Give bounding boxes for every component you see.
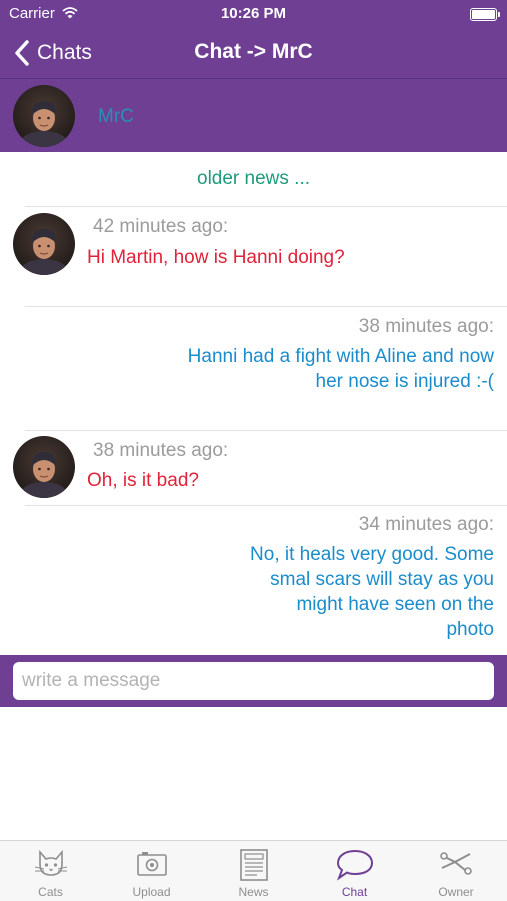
tab-cats[interactable]: Cats <box>0 841 101 901</box>
message-time: 38 minutes ago: <box>93 440 229 461</box>
battery-icon <box>470 8 500 21</box>
tab-label: Cats <box>38 885 63 899</box>
tab-upload[interactable]: Upload <box>101 841 202 901</box>
divider <box>25 306 507 307</box>
tab-bar: Cats Upload News Chat Owner <box>0 840 507 901</box>
tab-news[interactable]: News <box>203 841 304 901</box>
camera-icon <box>136 852 167 876</box>
contact-name[interactable]: MrC <box>98 106 134 128</box>
tab-label: Chat <box>341 885 368 899</box>
older-news-link[interactable]: older news ... <box>0 168 507 190</box>
message-time: 38 minutes ago: <box>358 316 494 337</box>
message-text-incoming: Oh, is it bad? <box>87 470 199 491</box>
tab-label: News <box>238 885 269 899</box>
page-title: Chat -> MrC <box>194 40 313 63</box>
status-time: 10:26 PM <box>220 5 287 22</box>
status-bar: Carrier 10:26 PM <box>0 0 507 28</box>
divider <box>25 206 507 207</box>
chat-bubble-icon <box>336 849 373 881</box>
message-time: 34 minutes ago: <box>358 514 494 535</box>
newspaper-icon <box>239 849 268 881</box>
tab-owner[interactable]: Owner <box>405 841 507 901</box>
message-time: 42 minutes ago: <box>93 216 229 237</box>
message-avatar <box>13 213 75 275</box>
tab-chat[interactable]: Chat <box>304 841 405 901</box>
message-avatar <box>13 436 75 498</box>
owner-icon <box>440 852 472 875</box>
contact-avatar[interactable] <box>13 85 75 147</box>
cat-icon <box>34 849 67 876</box>
message-input[interactable] <box>13 662 494 700</box>
tab-label: Owner <box>438 885 474 899</box>
nav-divider <box>0 78 507 79</box>
contact-header: MrC <box>0 80 507 152</box>
tab-label: Upload <box>132 885 171 899</box>
message-composer <box>0 655 507 707</box>
message-text-outgoing: Hanni had a fight with Aline and now her… <box>187 346 494 392</box>
divider <box>25 430 507 431</box>
message-text-incoming: Hi Martin, how is Hanni doing? <box>87 247 345 268</box>
divider <box>25 505 507 506</box>
navigation-bar: Chats Chat -> MrC <box>0 28 507 78</box>
message-text-outgoing: No, it heals very good. Some smal scars … <box>250 544 494 640</box>
